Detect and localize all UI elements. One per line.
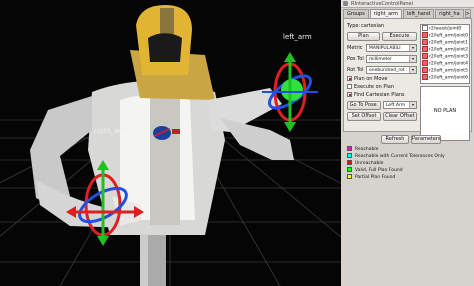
metric-select-value: MANIPULABILI bbox=[369, 46, 401, 51]
tab-scroll-right-icon[interactable]: > bbox=[464, 9, 471, 18]
checkbox-unchecked-icon bbox=[347, 84, 352, 89]
list-item[interactable]: r2/left_arm/joint3 bbox=[421, 53, 469, 60]
execute-on-plan-checkbox[interactable]: Execute on Plan bbox=[347, 84, 394, 90]
chevron-down-icon: ▾ bbox=[409, 45, 416, 51]
pos-tol-select[interactable]: millimeter ▾ bbox=[366, 55, 417, 63]
checkbox-checked-icon bbox=[422, 32, 428, 38]
plan-button[interactable]: Plan bbox=[347, 32, 380, 41]
list-item[interactable]: r2/waist/joint0 bbox=[421, 25, 469, 32]
checkbox-checked-icon bbox=[422, 39, 428, 45]
checkbox-checked-icon bbox=[422, 60, 428, 66]
legend-item: Reachable with Current Tolerances Only bbox=[347, 153, 445, 160]
checkbox-checked-icon bbox=[422, 53, 428, 59]
metric-select[interactable]: MANIPULABILI ▾ bbox=[366, 44, 417, 52]
list-item[interactable]: r2/left_arm/joint2 bbox=[421, 46, 469, 53]
swatch-magenta bbox=[347, 146, 352, 151]
checkbox-checked-icon bbox=[422, 46, 428, 52]
execute-button[interactable]: Execute bbox=[382, 32, 417, 41]
rot-tol-select[interactable]: onebundred_rot ▾ bbox=[366, 66, 417, 74]
scene-render bbox=[0, 5, 341, 286]
legend-item: Unreachable bbox=[347, 160, 445, 167]
panel-window-icon bbox=[343, 1, 348, 6]
metric-label: Metric bbox=[347, 45, 363, 51]
list-item[interactable]: r2/left_arm/joint5 bbox=[421, 67, 469, 74]
clear-offset-button[interactable]: Clear Offset bbox=[383, 112, 417, 121]
3d-viewport[interactable]: left_arm right_arm bbox=[0, 0, 341, 286]
pose-select[interactable]: Left Arm ▾ bbox=[383, 101, 417, 109]
swatch-cyan bbox=[347, 153, 352, 158]
checkbox-checked-icon bbox=[347, 92, 352, 97]
pose-select-value: Left Arm bbox=[386, 103, 406, 108]
left-arm-label: left_arm bbox=[283, 33, 312, 41]
go-to-pose-button[interactable]: Go To Pose: bbox=[347, 101, 381, 110]
list-item[interactable]: r2/left_arm/joint4 bbox=[421, 60, 469, 67]
plan-on-move-checkbox[interactable]: Plan on Move bbox=[347, 76, 387, 82]
chevron-down-icon: ▾ bbox=[409, 102, 416, 108]
no-plan-text: NO PLAN bbox=[433, 108, 457, 114]
type-label: Type: bbox=[347, 23, 361, 29]
right-arm-tab-content: Type: cartesian Plan Execute Metric MANI… bbox=[343, 18, 472, 141]
pos-tol-select-value: millimeter bbox=[369, 57, 392, 62]
interactive-control-panel: RInteractiveControlPanel Groups right_ar… bbox=[341, 0, 474, 286]
execute-on-plan-label: Execute on Plan bbox=[354, 84, 395, 90]
joint-goal-list[interactable]: r2/waist/joint0 r2/left_arm/joint0 r2/le… bbox=[420, 24, 470, 84]
legend-item: Partial Plan Found bbox=[347, 174, 445, 181]
checkbox-checked-icon bbox=[347, 76, 352, 81]
legend-item: Reachable bbox=[347, 146, 445, 153]
find-cartesian-checkbox[interactable]: Find Cartesian Plans bbox=[347, 92, 405, 98]
plan-on-move-label: Plan on Move bbox=[354, 76, 388, 82]
group-tabs: Groups right_arm left_hand right_ha > bbox=[343, 9, 471, 18]
plan-status-box: NO PLAN bbox=[420, 86, 470, 141]
list-item[interactable]: r2/left_arm/joint1 bbox=[421, 39, 469, 46]
type-value: cartesian bbox=[361, 23, 385, 29]
tab-right-hand[interactable]: right_ha bbox=[435, 9, 464, 18]
checkbox-checked-icon bbox=[422, 74, 428, 80]
panel-titlebar[interactable]: RInteractiveControlPanel bbox=[341, 0, 474, 8]
list-item[interactable]: r2/left_arm/joint0 bbox=[421, 32, 469, 39]
tab-groups[interactable]: Groups bbox=[343, 9, 369, 18]
checkbox-unchecked-icon bbox=[422, 25, 428, 31]
right-arm-label: right_arm bbox=[94, 127, 128, 135]
status-legend: Reachable Reachable with Current Toleran… bbox=[347, 146, 445, 181]
rot-tol-label: Rot Tol bbox=[347, 67, 364, 73]
tab-right-arm[interactable]: right_arm bbox=[369, 9, 402, 18]
set-offset-button[interactable]: Set Offset bbox=[347, 112, 381, 121]
legend-item: Valid, Full Plan Found bbox=[347, 167, 445, 174]
tab-left-hand[interactable]: left_hand bbox=[402, 9, 435, 18]
swatch-green bbox=[347, 167, 352, 172]
refresh-button[interactable]: Refresh bbox=[381, 135, 409, 144]
swatch-yellow bbox=[347, 174, 352, 179]
find-cartesian-label: Find Cartesian Plans bbox=[354, 92, 405, 98]
pos-tol-label: Pos Tol bbox=[347, 56, 364, 62]
chevron-down-icon: ▾ bbox=[409, 56, 416, 62]
chevron-down-icon: ▾ bbox=[409, 67, 416, 73]
list-item[interactable]: r2/left_arm/joint6 bbox=[421, 74, 469, 81]
rot-tol-select-value: onebundred_rot bbox=[369, 68, 405, 73]
panel-title: RInteractiveControlPanel bbox=[351, 1, 413, 7]
swatch-red bbox=[347, 160, 352, 165]
parameters-button[interactable]: Parameters bbox=[411, 135, 441, 144]
checkbox-checked-icon bbox=[422, 67, 428, 73]
